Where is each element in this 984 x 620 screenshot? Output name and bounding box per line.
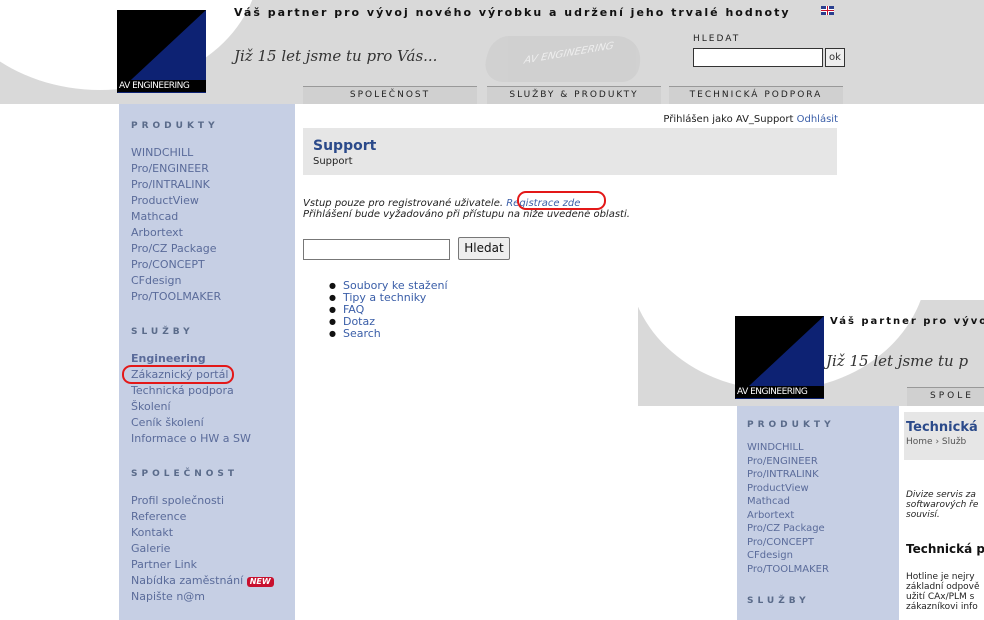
sidebar-item-profil[interactable]: Profil společnosti [131,493,295,509]
login-text: Přihlášen jako AV_Support [663,114,794,125]
new-badge: NEW [246,577,274,587]
sidebar-item-mathcad[interactable]: Mathcad [131,209,295,225]
sidebar-item-kontakt[interactable]: Kontakt [131,525,295,541]
sidebar: PRODUKTY WINDCHILL Pro/ENGINEER Pro/INTR… [119,104,295,620]
search-label: HLEDAT [693,34,741,44]
sidebar-item-reference[interactable]: Reference [131,509,295,525]
support-search-button[interactable]: Hledat [458,237,510,260]
overlay-main: Technická Home › Služb Divize servis za … [904,406,984,620]
overlay-slogan: Již 15 let jsme tu p [826,352,969,370]
nabidka-label: Nabídka zaměstnání [131,574,244,587]
link-search[interactable]: Search [329,328,448,340]
sidebar-item-pro-cz-package[interactable]: Pro/CZ Package [131,241,295,257]
page-breadcrumb: Support [313,156,353,167]
login-status: Přihlášen jako AV_Support Odhlásit [303,114,838,125]
highlight-circle-portal [122,365,234,384]
overlay-p2-line: zákazníkovi info [906,602,978,612]
overlay-title: Technická [906,420,978,435]
overlay-p1-line: souvisí. [906,510,940,520]
logo-text: AV ENGINEERING [118,80,206,92]
sidebar-item-technicka-podpora[interactable]: Technická podpora [131,383,295,399]
sidebar-item-productview[interactable]: ProductView [131,193,295,209]
overlay-tab-spolecnost[interactable]: SPOLE [907,387,984,406]
car-banner-text: AV ENGINEERING [523,40,615,67]
overlay-p1-line: softwarových ře [906,500,979,510]
uk-flag-icon[interactable] [821,6,834,15]
overlay-paragraph-1: Divize servis za softwarových ře souvisí… [906,490,978,520]
overlay-item-windchill[interactable]: WINDCHILL [747,441,899,455]
tab-sluzby-produkty[interactable]: SLUŽBY & PRODUKTY [487,86,661,104]
overlay-item-pro-concept[interactable]: Pro/CONCEPT [747,536,899,550]
header-search-ok-button[interactable]: ok [825,48,845,67]
overlay-item-pro-engineer[interactable]: Pro/ENGINEER [747,455,899,469]
overlay-breadcrumb: Home › Služb [906,437,967,447]
support-links-list: Soubory ke stažení Tipy a techniky FAQ D… [329,280,448,340]
overlay-sidebar: PRODUKTY WINDCHILL Pro/ENGINEER Pro/INTR… [737,406,899,620]
support-search-input[interactable] [303,239,450,260]
overlay-heading-sluzby: SLUŽBY [747,596,810,606]
tab-technicka-podpora[interactable]: TECHNICKÁ PODPORA [669,86,843,104]
sidebar-item-napiste-nam[interactable]: Napište n@m [131,589,295,605]
overlay-paragraph-2: Hotline je nejry základní odpově užití C… [906,572,980,612]
tab-spolecnost[interactable]: SPOLEČNOST [303,86,477,104]
car-banner-image: AV ENGINEERING [478,36,650,82]
header-slogan: Již 15 let jsme tu pro Vás... [234,47,438,65]
overlay-p2-line: užití CAx/PLM s [906,592,975,602]
sidebar-item-galerie[interactable]: Galerie [131,541,295,557]
overlay-item-productview[interactable]: ProductView [747,482,899,496]
sidebar-heading-spolecnost: SPOLEČNOST [131,469,239,479]
sidebar-item-pro-intralink[interactable]: Pro/INTRALINK [131,177,295,193]
page-title: Support [313,138,377,154]
overlay-title-box: Technická Home › Služb [904,412,984,460]
sidebar-item-cenik-skoleni[interactable]: Ceník školení [131,415,295,431]
sidebar-item-cfdesign[interactable]: CFdesign [131,273,295,289]
note-line-1: Vstup pouze pro registrované uživatele. [303,198,504,209]
sidebar-item-pro-toolmaker[interactable]: Pro/TOOLMAKER [131,289,295,305]
overlay-item-pro-intralink[interactable]: Pro/INTRALINK [747,468,899,482]
overlay-item-pro-toolmaker[interactable]: Pro/TOOLMAKER [747,563,899,577]
logout-link[interactable]: Odhlásit [797,114,838,125]
note-line-2: Přihlášení bude vyžadováno při přístupu … [303,209,630,220]
highlight-circle-registrace [517,191,606,210]
sidebar-item-pro-engineer[interactable]: Pro/ENGINEER [131,161,295,177]
sidebar-heading-produkty: PRODUKTY [131,121,219,131]
overlay-p2-line: základní odpově [906,582,980,592]
sidebar-item-nabidka-zamestnani[interactable]: Nabídka zaměstnání NEW [131,573,295,589]
sidebar-item-informace-hw-sw[interactable]: Informace o HW a SW [131,431,295,447]
sidebar-item-partner-link[interactable]: Partner Link [131,557,295,573]
sidebar-item-pro-concept[interactable]: Pro/CONCEPT [131,257,295,273]
av-engineering-logo[interactable]: AV ENGINEERING [117,10,206,93]
overlay-item-pro-cz-package[interactable]: Pro/CZ Package [747,522,899,536]
overlay-p1-line: Divize servis za [906,490,976,500]
sidebar-item-skoleni[interactable]: Školení [131,399,295,415]
overlay-tagline: Váš partner pro vývo [830,316,984,327]
sidebar-heading-sluzby: SLUŽBY [131,327,194,337]
sidebar-item-arbortext[interactable]: Arbortext [131,225,295,241]
overlay-logo[interactable]: AV ENGINEERING [735,316,824,399]
overlay-item-arbortext[interactable]: Arbortext [747,509,899,523]
overlay-item-cfdesign[interactable]: CFdesign [747,549,899,563]
overlay-item-mathcad[interactable]: Mathcad [747,495,899,509]
overlay-screenshot: Váš partner pro vývo Již 15 let jsme tu … [638,300,984,620]
overlay-heading: Technická p [906,542,984,556]
page-title-box: Support Support [303,128,837,175]
overlay-heading-produkty: PRODUKTY [747,420,835,430]
overlay-p2-line: Hotline je nejry [906,572,975,582]
header-search-input[interactable] [693,48,823,67]
overlay-logo-text: AV ENGINEERING [736,386,824,398]
header-tagline: Váš partner pro vývoj nového výrobku a u… [234,6,791,19]
sidebar-item-windchill[interactable]: WINDCHILL [131,145,295,161]
